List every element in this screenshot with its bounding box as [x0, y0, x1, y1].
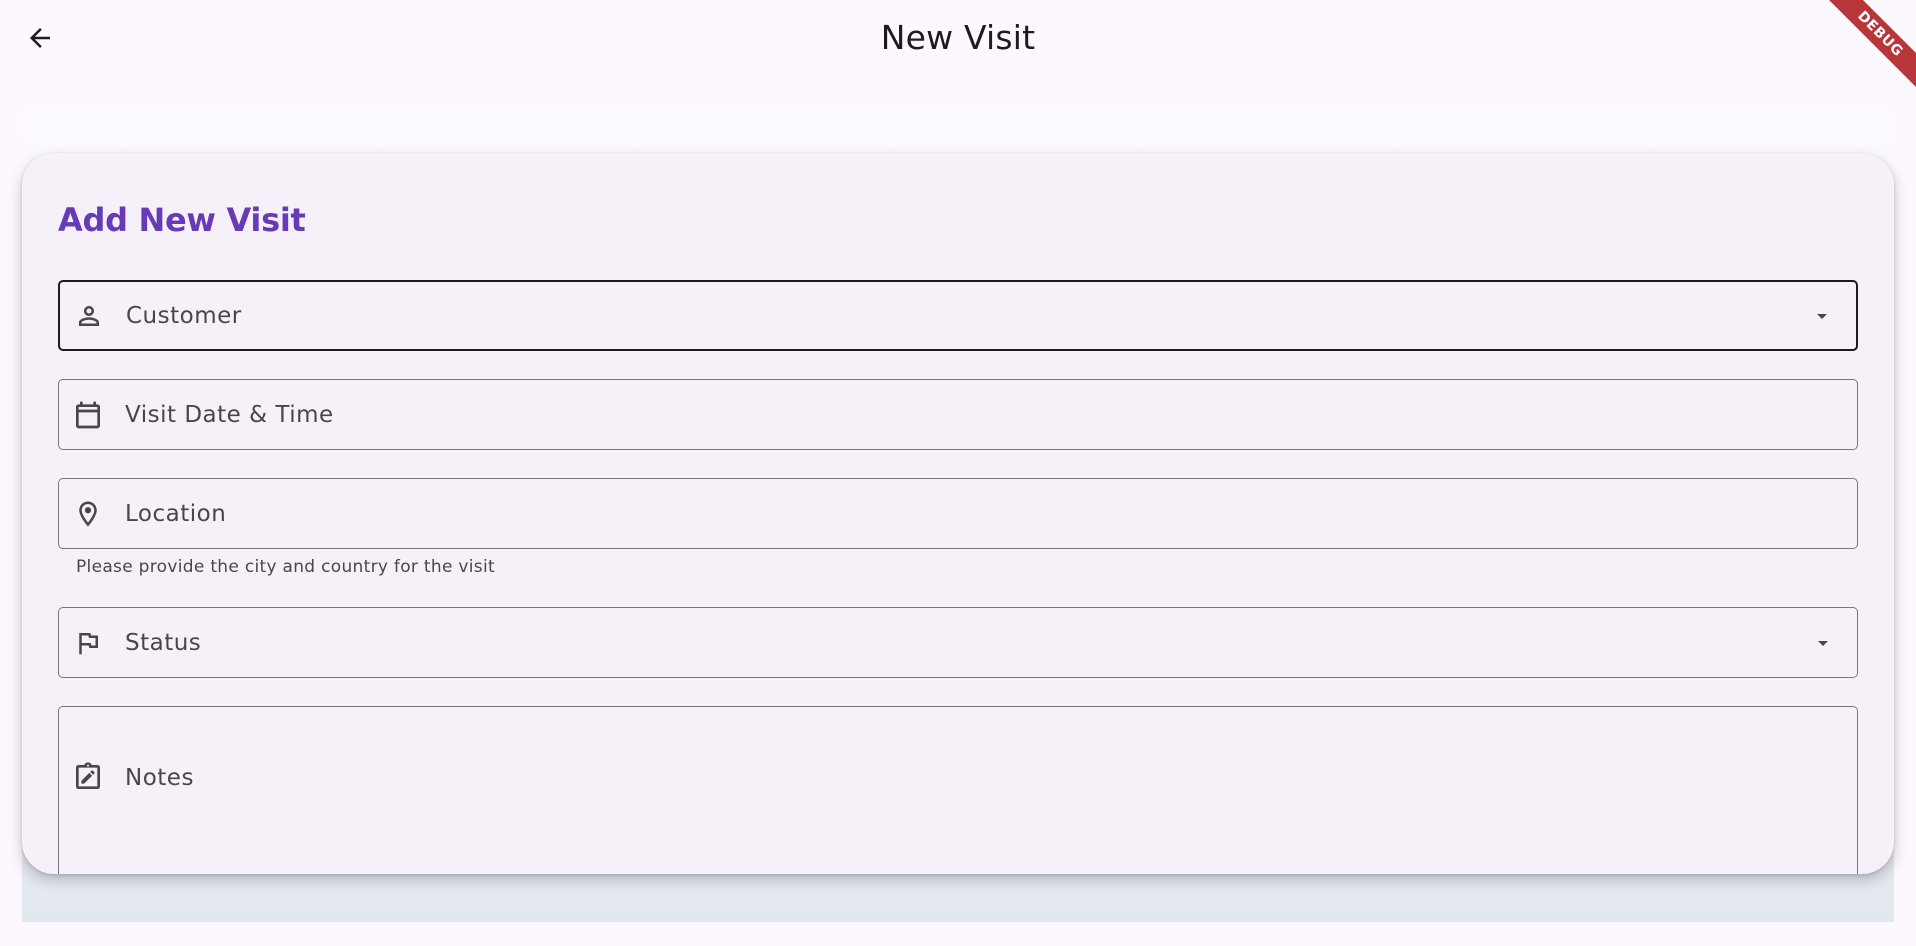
- edit-note-icon: [72, 761, 104, 793]
- notes-textarea[interactable]: Notes: [58, 706, 1858, 874]
- person-icon: [73, 300, 105, 332]
- debug-banner-label: DEBUG: [1826, 0, 1916, 90]
- app-bar: New Visit DEBUG: [0, 0, 1916, 90]
- location-pin-icon: [72, 498, 104, 530]
- dropdown-arrow-icon[interactable]: [1811, 631, 1835, 655]
- customer-label: Customer: [126, 302, 242, 329]
- visit-date-label: Visit Date & Time: [125, 401, 334, 428]
- calendar-icon: [72, 399, 104, 431]
- debug-banner: DEBUG: [1826, 0, 1916, 90]
- flag-icon: [72, 627, 104, 659]
- status-label: Status: [125, 629, 202, 656]
- visit-form-card: Add New Visit Customer Visit Date & Time…: [22, 153, 1894, 874]
- form-heading: Add New Visit: [58, 201, 306, 239]
- visit-date-field[interactable]: Visit Date & Time: [58, 379, 1858, 450]
- location-helper-text: Please provide the city and country for …: [76, 557, 495, 577]
- location-label: Location: [125, 500, 227, 527]
- page-title: New Visit: [880, 18, 1036, 57]
- notes-label: Notes: [125, 765, 194, 791]
- dropdown-arrow-icon[interactable]: [1810, 304, 1834, 328]
- location-field[interactable]: Location: [58, 478, 1858, 549]
- status-dropdown[interactable]: Status: [58, 607, 1858, 678]
- customer-dropdown[interactable]: Customer: [58, 280, 1858, 351]
